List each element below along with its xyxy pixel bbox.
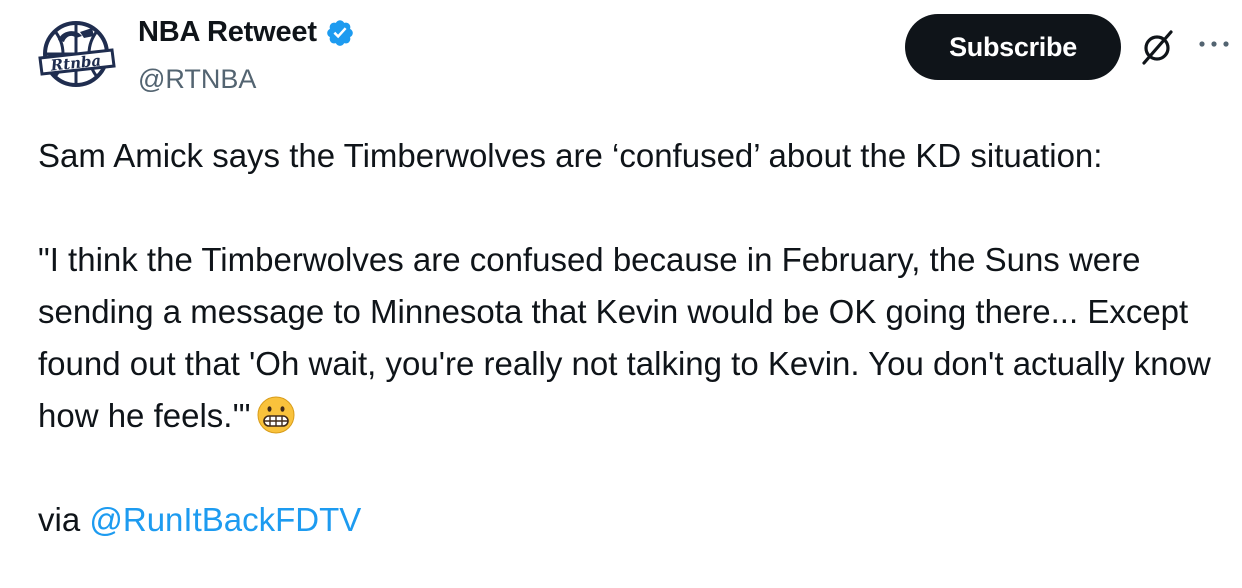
more-options-icon[interactable] bbox=[1194, 30, 1234, 60]
tweet-quote-text: "I think the Timberwolves are confused b… bbox=[38, 241, 1211, 434]
verified-badge-icon bbox=[325, 18, 355, 48]
tweet-card: Rtnba NBA Retweet @RTNBA Subscribe Sam A… bbox=[0, 0, 1242, 588]
avatar-logo-icon: Rtnba bbox=[38, 21, 116, 87]
grok-icon[interactable] bbox=[1138, 27, 1178, 67]
author-display-name[interactable]: NBA Retweet bbox=[138, 16, 317, 49]
author-handle[interactable]: @RTNBA bbox=[138, 64, 256, 95]
via-prefix: via bbox=[38, 501, 90, 538]
tweet-text: Sam Amick says the Timberwolves are ‘con… bbox=[38, 130, 1228, 546]
via-mention-link[interactable]: @RunItBackFDTV bbox=[89, 501, 361, 538]
grimacing-face-icon bbox=[256, 395, 296, 435]
tweet-via-line: via @RunItBackFDTV bbox=[38, 494, 1228, 546]
subscribe-button[interactable]: Subscribe bbox=[905, 14, 1121, 80]
tweet-quote: "I think the Timberwolves are confused b… bbox=[38, 234, 1228, 442]
tweet-intro-line: Sam Amick says the Timberwolves are ‘con… bbox=[38, 137, 1103, 174]
avatar[interactable]: Rtnba bbox=[36, 14, 116, 94]
author-name-row: NBA Retweet bbox=[138, 16, 355, 49]
